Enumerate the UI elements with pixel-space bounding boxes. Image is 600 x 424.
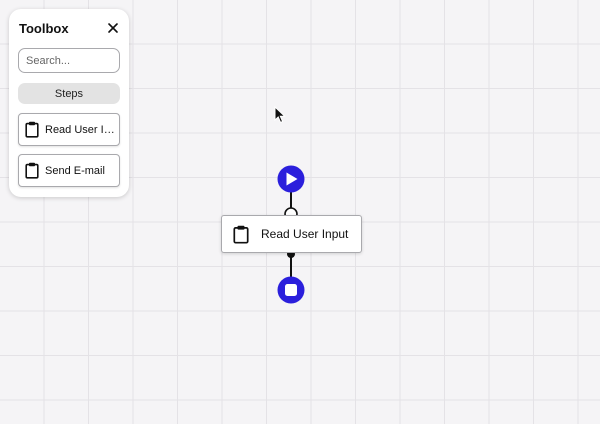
designer-canvas[interactable]: Toolbox Steps Read User Input	[0, 0, 600, 424]
mouse-cursor-icon	[274, 106, 286, 124]
end-button[interactable]	[277, 276, 305, 304]
clipboard-icon	[233, 225, 249, 244]
step-node-read-user-input[interactable]: Read User Input	[221, 215, 362, 253]
step-node-label: Read User Input	[261, 227, 349, 241]
start-button[interactable]	[277, 165, 305, 193]
flow-connectors	[277, 165, 305, 304]
stop-icon	[285, 284, 297, 296]
